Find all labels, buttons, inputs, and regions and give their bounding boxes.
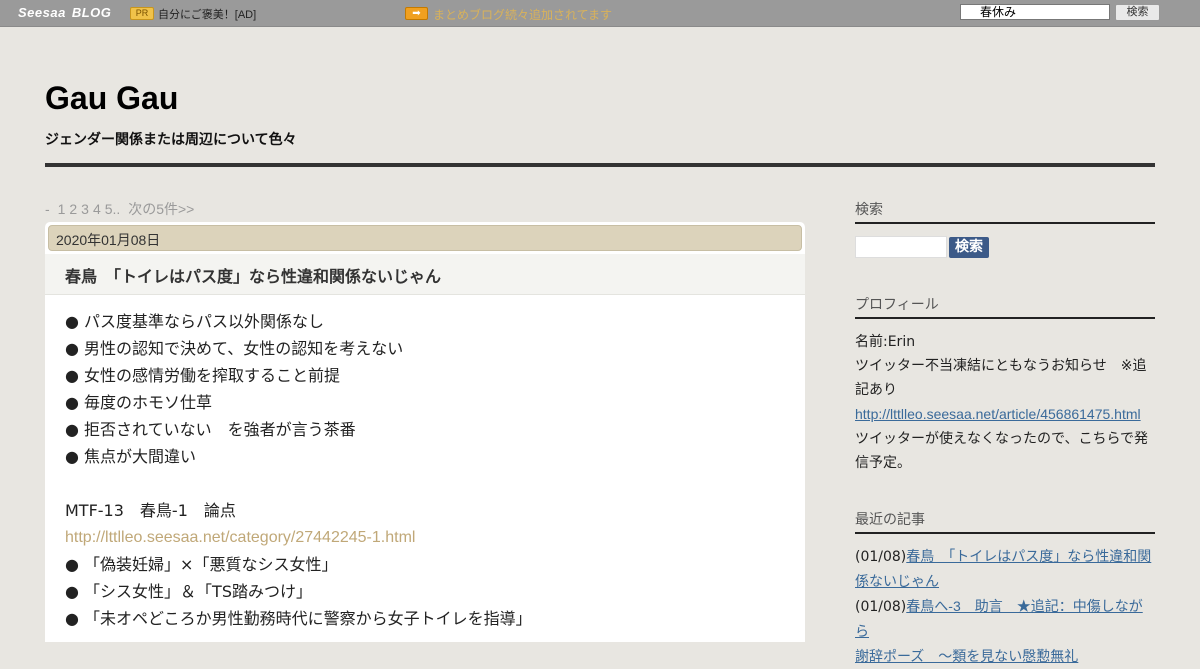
profile-text-line: 信予定。 <box>855 455 911 471</box>
sidebar-recent-posts: 最近の記事 (01/08)春鳥 「トイレはパス度」なら性違和関 係ないじゃん (… <box>855 511 1155 669</box>
article-date: 2020年01月08日 <box>48 225 802 251</box>
profile-name: 名前:Erin <box>855 334 916 350</box>
pager-dash: - <box>45 201 50 217</box>
article: 2020年01月08日 春鳥 「トイレはパス度」なら性違和関係ないじゃん ● パ… <box>45 222 805 642</box>
sidebar-profile-heading: プロフィール <box>855 296 1155 319</box>
article-body: ● パス度基準ならパス以外関係なし ● 男性の認知で決めて、女性の認知を考えない… <box>65 308 785 632</box>
seesaa-blog-logo[interactable]: Seesaa BLOG <box>18 5 111 21</box>
body-blank-line <box>65 470 785 497</box>
recent-posts-list: (01/08)春鳥 「トイレはパス度」なら性違和関 係ないじゃん (01/08)… <box>855 544 1155 669</box>
body-line: ● 女性の感情労働を搾取すること前提 <box>65 366 341 385</box>
pager-page-5[interactable]: 5.. <box>105 201 121 217</box>
profile-notice-line: 記あり <box>855 382 897 398</box>
top-bar: Seesaa BLOG PR 自分にご褒美！[AD] ➡ まとめブログ続々追加され… <box>0 0 1200 27</box>
article-title-bar: 春鳥 「トイレはパス度」なら性違和関係ないじゃん <box>45 254 805 295</box>
pager-page-3[interactable]: 3 <box>81 201 89 217</box>
top-search-button[interactable]: 検索 <box>1115 4 1160 21</box>
recent-post-item: (01/08)春鳥 「トイレはパス度」なら性違和関 <box>855 544 1155 569</box>
notice-link[interactable]: まとめブログ続々追加されてます <box>433 6 612 23</box>
pager-page-2[interactable]: 2 <box>69 201 77 217</box>
pr-ad-link[interactable]: 自分にご褒美！[AD] <box>158 6 256 22</box>
sidebar-search-button[interactable]: 検索 <box>949 237 989 258</box>
pager-page-1[interactable]: 1 <box>58 201 66 217</box>
profile-notice-line: ツイッター不当凍結にともなうお知らせ ※追 <box>855 358 1147 374</box>
body-line: MTF-13 春鳥-1 論点 <box>65 501 236 520</box>
logo-blog-text: BLOG <box>71 5 112 20</box>
site-title[interactable]: Gau Gau <box>45 80 178 117</box>
header-divider <box>45 163 1155 167</box>
body-line: ● 拒否されていない を強者が言う茶番 <box>65 420 356 439</box>
sidebar-search-heading: 検索 <box>855 201 1155 224</box>
profile-link[interactable]: http://lttlleo.seesaa.net/article/456861… <box>855 406 1141 422</box>
body-line: ● 男性の認知で決めて、女性の認知を考えない <box>65 339 404 358</box>
sidebar-search-input[interactable] <box>855 236 947 258</box>
recent-post-date: (01/08) <box>855 549 907 565</box>
profile-text-line: ツイッターが使えなくなったので、こちらで発 <box>855 431 1149 447</box>
site-description: ジェンダー関係または周辺について色々 <box>45 132 297 148</box>
recent-post-item: (01/08)春鳥へ-3 助言 ★追記：中傷しながら <box>855 594 1155 644</box>
sidebar-profile: プロフィール 名前:Erin ツイッター不当凍結にともなうお知らせ ※追 記あり… <box>855 296 1155 475</box>
body-line: ● 毎度のホモソ仕草 <box>65 393 213 412</box>
pr-badge: PR <box>130 7 154 20</box>
recent-post-date: (01/08) <box>855 599 907 615</box>
logo-seesaa-text: Seesaa <box>18 5 66 20</box>
body-line: ● パス度基準ならパス以外関係なし <box>65 312 325 331</box>
article-title[interactable]: 春鳥 「トイレはパス度」なら性違和関係ないじゃん <box>65 263 441 287</box>
body-line: ● 「偽装妊婦」×「悪質なシス女性」 <box>65 555 338 574</box>
recent-post-link-cont[interactable]: 謝辞ポーズ ～類を見ない慇懃無礼 <box>855 648 1078 664</box>
profile-content: 名前:Erin ツイッター不当凍結にともなうお知らせ ※追 記あり http:/… <box>855 330 1155 475</box>
pager-next-link[interactable]: 次の5件>> <box>128 201 194 217</box>
body-line: ● 「シス女性」＆「TS踏みつけ」 <box>65 582 312 601</box>
pager: - 1 2 3 4 5.. 次の5件>> <box>45 199 198 219</box>
body-line: ● 焦点が大間違い <box>65 447 197 466</box>
pager-page-4[interactable]: 4 <box>93 201 101 217</box>
recent-post-link[interactable]: 春鳥 「トイレはパス度」なら性違和関 <box>906 548 1151 564</box>
top-search-input[interactable]: 春休み <box>960 4 1110 20</box>
arrow-right-icon: ➡ <box>405 7 428 20</box>
recent-post-link-cont[interactable]: 係ないじゃん <box>855 573 939 589</box>
sidebar-search: 検索 検索 <box>855 201 1155 258</box>
body-line: ● 「未オペどころか男性勤務時代に警察から女子トイレを指導」 <box>65 609 532 628</box>
body-category-link[interactable]: http://lttlleo.seesaa.net/category/27442… <box>65 524 785 551</box>
sidebar-recent-heading: 最近の記事 <box>855 511 1155 534</box>
